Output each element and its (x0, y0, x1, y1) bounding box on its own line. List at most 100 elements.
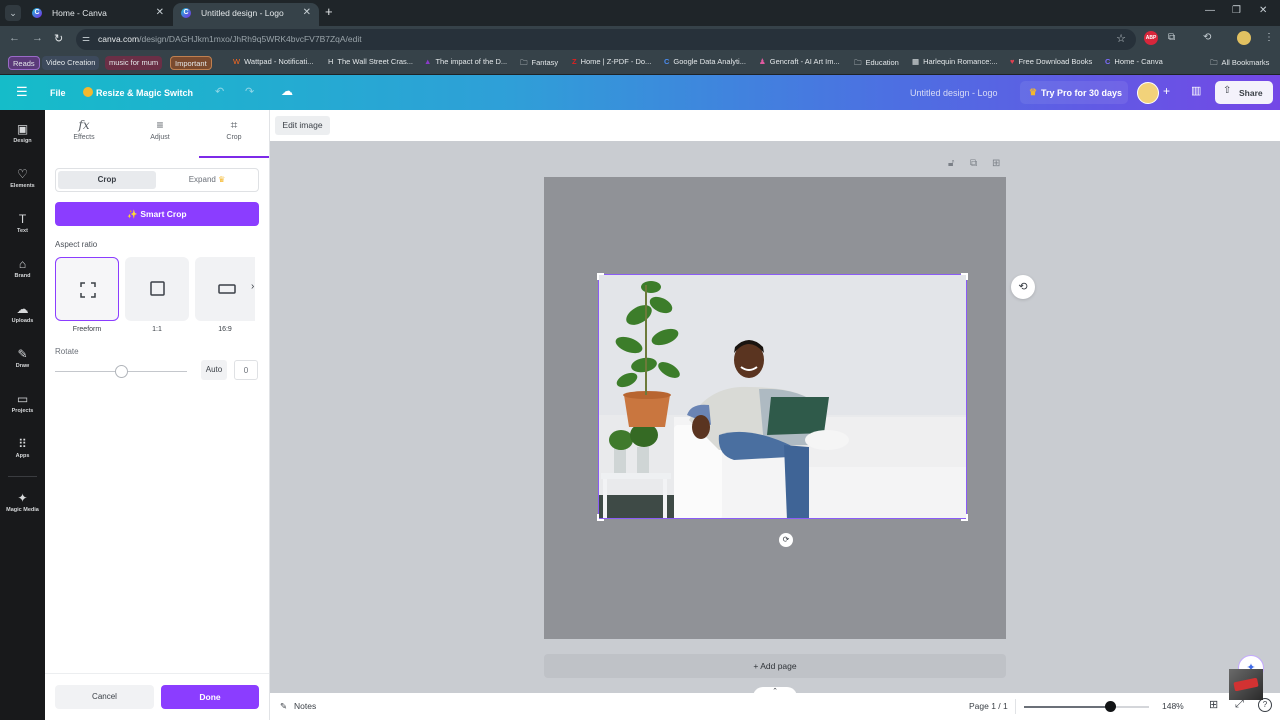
share-button[interactable]: ⇧ Share (1215, 81, 1273, 104)
effects-fx-icon: fx (78, 118, 90, 132)
sidebar-item-draw[interactable]: ✎ Draw (0, 347, 45, 369)
auto-rotate-button[interactable]: Auto (201, 360, 227, 380)
tab-search-button[interactable]: ⌄ (5, 5, 21, 21)
zoom-slider-handle[interactable] (1105, 701, 1117, 712)
tab-crop[interactable]: ⌗ Crop (199, 118, 269, 141)
rotate-slider-handle[interactable] (115, 365, 128, 378)
help-icon[interactable]: ? (1258, 698, 1272, 712)
bookmark-gencraft[interactable]: ♟ Gencraft - AI Art Im... (759, 57, 840, 66)
bookmark-home-canva[interactable]: C Home - Canva (1105, 57, 1163, 66)
bookmark-wsj[interactable]: H The Wall Street Cras... (328, 57, 413, 66)
design-title[interactable]: Untitled design - Logo (910, 88, 998, 98)
reload-icon[interactable]: ↻ (54, 32, 63, 45)
aspect-freeform-option[interactable] (55, 257, 119, 321)
expand-mode-button[interactable]: Expand ♛ (158, 171, 256, 189)
bookmark-wattpad[interactable]: W Wattpad - Notificati... (233, 57, 313, 66)
magic-wand-icon: ✨ (127, 209, 138, 219)
crop-handle-top-left[interactable] (597, 273, 604, 280)
crop-expand-toggle: Crop Expand ♛ (55, 168, 259, 192)
bookmark-zpdf[interactable]: Z Home | Z-PDF - Do... (572, 57, 651, 66)
add-collaborator-icon[interactable]: + (1163, 84, 1170, 98)
done-button[interactable]: Done (161, 685, 259, 709)
more-menu-icon[interactable]: ⋮ (1264, 32, 1274, 43)
crop-mode-button[interactable]: Crop (58, 171, 156, 189)
try-pro-button[interactable]: ♛ Try Pro for 30 days (1020, 81, 1128, 104)
sidebar-item-apps[interactable]: ⠿ Apps (0, 437, 45, 459)
crop-handle-bottom-right[interactable] (961, 514, 968, 521)
url-input[interactable]: ⚌ canva.com/design/DAGHJkm1mxo/JhRh9q5WR… (76, 29, 1136, 50)
crop-handle-top-right[interactable] (961, 273, 968, 280)
square-icon (150, 281, 165, 296)
bookmark-folder-education[interactable]: 🗀 Education (854, 57, 899, 70)
edit-image-button[interactable]: Edit image (275, 116, 330, 135)
site-settings-icon[interactable]: ⚌ (82, 33, 90, 44)
lock-icon[interactable]: 🔓︎ (948, 158, 954, 169)
sidebar-item-magic-media[interactable]: ✦ Magic Media (0, 491, 45, 513)
close-tab-icon[interactable]: ✕ (156, 3, 164, 23)
tab-effects[interactable]: fx Effects (49, 118, 119, 141)
close-window-button[interactable]: ✕ (1259, 5, 1267, 16)
zoom-level[interactable]: 148% (1162, 701, 1184, 711)
design-page[interactable] (544, 177, 1006, 639)
canva-favicon-icon: C (32, 8, 42, 18)
sidebar-item-brand[interactable]: ⌂ Brand (0, 257, 45, 279)
all-bookmarks[interactable]: 🗀 All Bookmarks (1210, 57, 1269, 70)
page-indicator[interactable]: Page 1 / 1 (969, 701, 1008, 711)
undo-icon[interactable]: ↶ (215, 85, 224, 98)
sidebar-item-uploads[interactable]: ☁ Uploads (0, 302, 45, 324)
rotate-value-input[interactable]: 0 (234, 360, 258, 380)
scroll-right-chevron-icon[interactable]: › (251, 281, 254, 292)
restore-button[interactable]: ❐ (1232, 5, 1241, 16)
bookmark-free-books[interactable]: ♥ Free Download Books (1010, 57, 1092, 66)
redo-icon[interactable]: ↷ (245, 85, 254, 98)
bookmark-folder-fantasy[interactable]: 🗀 Fantasy (520, 57, 558, 70)
user-avatar[interactable] (1137, 82, 1159, 104)
file-menu-button[interactable]: File (50, 88, 66, 98)
add-page-button[interactable]: + Add page (544, 654, 1006, 678)
bookmark-group-video-creation[interactable]: Video Creation (42, 56, 100, 70)
main-menu-icon[interactable]: ☰ (16, 84, 28, 100)
resize-magic-switch-button[interactable]: Resize & Magic Switch (96, 88, 193, 98)
bookmark-group-reads[interactable]: Reads (8, 56, 40, 70)
browser-tab-design[interactable]: C Untitled design - Logo ✕ (173, 3, 319, 26)
forward-icon[interactable]: → (32, 32, 43, 44)
notes-button[interactable]: Notes (294, 701, 316, 711)
aspect-16-9-option[interactable] (195, 257, 255, 321)
cancel-button[interactable]: Cancel (55, 685, 154, 709)
insights-chart-icon[interactable]: ▥ (1191, 84, 1201, 97)
rotate-handle-icon[interactable]: ⟳ (779, 533, 793, 547)
zoom-slider-track[interactable] (1024, 701, 1149, 712)
sidebar-item-projects[interactable]: ▭ Projects (0, 392, 45, 414)
close-tab-icon[interactable]: ✕ (303, 3, 311, 23)
bookmark-harlequin[interactable]: ▦ Harlequin Romance:... (912, 57, 998, 66)
history-icon[interactable]: ⟲ (1203, 32, 1211, 43)
crop-handle-bottom-left[interactable] (597, 514, 604, 521)
back-icon[interactable]: ← (9, 32, 20, 44)
aspect-1-1-option[interactable] (125, 257, 189, 321)
extensions-icon[interactable]: ⧉ (1168, 32, 1175, 43)
smart-crop-button[interactable]: ✨ Smart Crop (55, 202, 259, 226)
sidebar-rail: ▣ Design ♡ Elements T Text ⌂ Brand ☁ Uploads … (0, 110, 45, 720)
adblock-extension-icon[interactable]: ABP (1144, 31, 1158, 45)
grid-view-icon[interactable]: ⊞ (1209, 698, 1218, 711)
cropped-photo[interactable] (598, 274, 967, 519)
add-page-icon[interactable]: ⊞ (992, 158, 1000, 169)
minimize-button[interactable]: — (1205, 5, 1215, 16)
magic-refresh-button[interactable]: ⟲ (1011, 275, 1035, 299)
bookmark-impact[interactable]: ▲ The impact of the D... (424, 57, 507, 66)
bookmark-group-important[interactable]: Important (170, 56, 212, 70)
profile-avatar[interactable] (1237, 31, 1251, 45)
sidebar-item-design[interactable]: ▣ Design (0, 122, 45, 144)
sidebar-item-elements[interactable]: ♡ Elements (0, 167, 45, 189)
bookmark-google-data[interactable]: C Google Data Analyti... (664, 57, 746, 66)
bookmark-star-icon[interactable]: ☆ (1116, 32, 1126, 45)
bookmark-group-music[interactable]: music for mum (105, 56, 163, 70)
browser-tab-home[interactable]: C Home - Canva ✕ (24, 3, 172, 26)
tab-adjust[interactable]: ≡ Adjust (125, 118, 195, 141)
url-text: canva.com/design/DAGHJkm1mxo/JhRh9q5WRK4… (98, 34, 362, 44)
sidebar-item-text[interactable]: T Text (0, 212, 45, 234)
notes-icon[interactable]: ✎ (280, 701, 287, 712)
new-tab-button[interactable]: + (325, 4, 333, 19)
duplicate-page-icon[interactable]: ⧉ (970, 158, 977, 169)
collapse-pages-button[interactable]: ⌃ (753, 687, 797, 697)
